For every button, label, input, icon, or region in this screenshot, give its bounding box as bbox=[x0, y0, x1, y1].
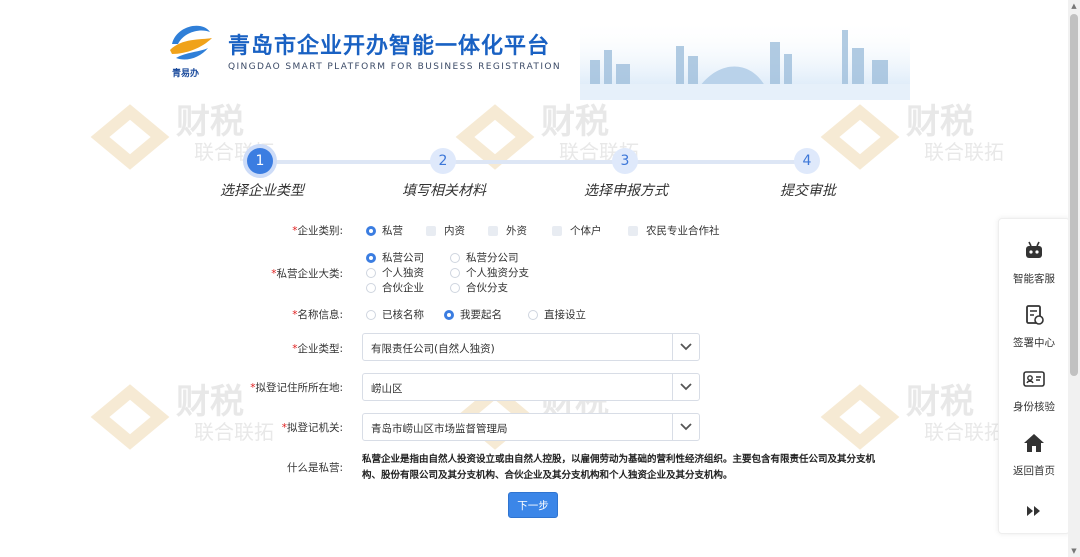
floating-sidebar: 智能客服 签署中心 身份核验 返回首页 bbox=[998, 218, 1070, 534]
name-option-create[interactable]: 我要起名 bbox=[444, 307, 502, 322]
checkbox[interactable] bbox=[488, 225, 498, 236]
vertical-scrollbar[interactable]: ▲ ▼ bbox=[1068, 0, 1080, 557]
scroll-up-icon[interactable]: ▲ bbox=[1068, 0, 1080, 12]
category-option-private[interactable]: 私营 bbox=[366, 223, 403, 238]
chevron-down-icon[interactable] bbox=[672, 334, 699, 360]
registered-address-select[interactable]: 崂山区 bbox=[362, 373, 700, 401]
step-2-label: 填写相关材料 bbox=[402, 183, 486, 199]
private-option-partnership[interactable]: 合伙企业 bbox=[366, 280, 424, 295]
chevron-down-icon[interactable] bbox=[672, 374, 699, 400]
category-option-cooperative[interactable]: 农民专业合作社 bbox=[628, 223, 720, 238]
scroll-thumb[interactable] bbox=[1070, 14, 1078, 376]
step-4-label: 提交审批 bbox=[780, 183, 836, 199]
site-subtitle: QINGDAO SMART PLATFORM FOR BUSINESS REGI… bbox=[228, 62, 561, 72]
checkbox[interactable] bbox=[426, 225, 436, 236]
registered-address-label: *拟登记住所所在地: bbox=[250, 382, 343, 394]
enterprise-type-select[interactable]: 有限责任公司(自然人独资) bbox=[362, 333, 700, 361]
private-option-partnership-branch[interactable]: 合伙分支 bbox=[450, 280, 508, 295]
sidebar-item-smart-service[interactable]: 智能客服 bbox=[999, 233, 1069, 297]
city-skyline-image bbox=[580, 20, 910, 100]
site-title: 青岛市企业开办智能一体化平台 bbox=[228, 34, 551, 59]
next-step-button[interactable]: 下一步 bbox=[508, 492, 558, 518]
checkbox[interactable] bbox=[628, 225, 638, 236]
radio[interactable] bbox=[450, 267, 460, 278]
step-1-label: 选择企业类型 bbox=[220, 183, 304, 199]
private-option-branch[interactable]: 私营分公司 bbox=[450, 250, 519, 265]
id-card-icon bbox=[1023, 371, 1045, 387]
watermark-logo-icon bbox=[820, 384, 900, 450]
private-option-sole-branch[interactable]: 个人独资分支 bbox=[450, 265, 529, 280]
category-option-domestic[interactable]: 内资 bbox=[426, 223, 465, 238]
robot-icon bbox=[1026, 241, 1042, 258]
chevron-down-icon[interactable] bbox=[672, 414, 699, 440]
step-3-circle: 3 bbox=[612, 148, 638, 174]
step-4-circle: 4 bbox=[794, 148, 820, 174]
sidebar-item-home[interactable]: 返回首页 bbox=[999, 425, 1069, 489]
progress-steps: 1 选择企业类型 2 填写相关材料 3 选择申报方式 4 提交审批 bbox=[0, 140, 1068, 210]
home-icon bbox=[1024, 434, 1044, 452]
radio-selected[interactable] bbox=[366, 252, 376, 263]
radio-selected[interactable] bbox=[366, 225, 376, 236]
category-option-foreign[interactable]: 外资 bbox=[488, 223, 527, 238]
header: 青易办 青岛市企业开办智能一体化平台 QINGDAO SMART PLATFOR… bbox=[0, 0, 1068, 100]
enterprise-category-label: *企业类别: bbox=[292, 225, 343, 237]
radio[interactable] bbox=[528, 309, 538, 320]
private-option-sole[interactable]: 个人独资 bbox=[366, 265, 424, 280]
radio[interactable] bbox=[450, 282, 460, 293]
registration-authority-label: *拟登记机关: bbox=[281, 422, 343, 434]
radio[interactable] bbox=[366, 309, 376, 320]
enterprise-type-label: *企业类型: bbox=[292, 343, 343, 355]
step-connector bbox=[262, 160, 807, 164]
private-category-label: *私营企业大类: bbox=[271, 268, 343, 280]
radio[interactable] bbox=[366, 267, 376, 278]
name-info-label: *名称信息: bbox=[292, 309, 343, 321]
sidebar-item-identity-verify[interactable]: 身份核验 bbox=[999, 361, 1069, 425]
logo-icon bbox=[170, 25, 212, 60]
private-option-company[interactable]: 私营公司 bbox=[366, 250, 424, 265]
name-option-direct[interactable]: 直接设立 bbox=[528, 307, 586, 322]
name-option-verified[interactable]: 已核名称 bbox=[366, 307, 424, 322]
step-2-circle: 2 bbox=[430, 148, 456, 174]
step-1-circle: 1 bbox=[247, 148, 273, 174]
category-option-individual[interactable]: 个体户 bbox=[552, 223, 602, 238]
radio-selected[interactable] bbox=[444, 309, 454, 320]
step-3-label: 选择申报方式 bbox=[584, 183, 668, 199]
collapse-arrow-icon[interactable] bbox=[1023, 503, 1045, 519]
what-is-private-label: 什么是私营: bbox=[286, 462, 343, 474]
registration-authority-select[interactable]: 青岛市崂山区市场监督管理局 bbox=[362, 413, 700, 441]
scroll-down-icon[interactable]: ▼ bbox=[1068, 545, 1080, 557]
radio[interactable] bbox=[366, 282, 376, 293]
radio[interactable] bbox=[450, 252, 460, 263]
private-description: 私营企业是指由自然人投资设立或由自然人控股，以雇佣劳动为基础的营利性经济组织。主… bbox=[362, 454, 876, 481]
sign-document-icon bbox=[1026, 305, 1044, 325]
sidebar-item-sign-center[interactable]: 签署中心 bbox=[999, 297, 1069, 361]
checkbox[interactable] bbox=[552, 225, 562, 236]
logo-text: 青易办 bbox=[172, 69, 200, 79]
